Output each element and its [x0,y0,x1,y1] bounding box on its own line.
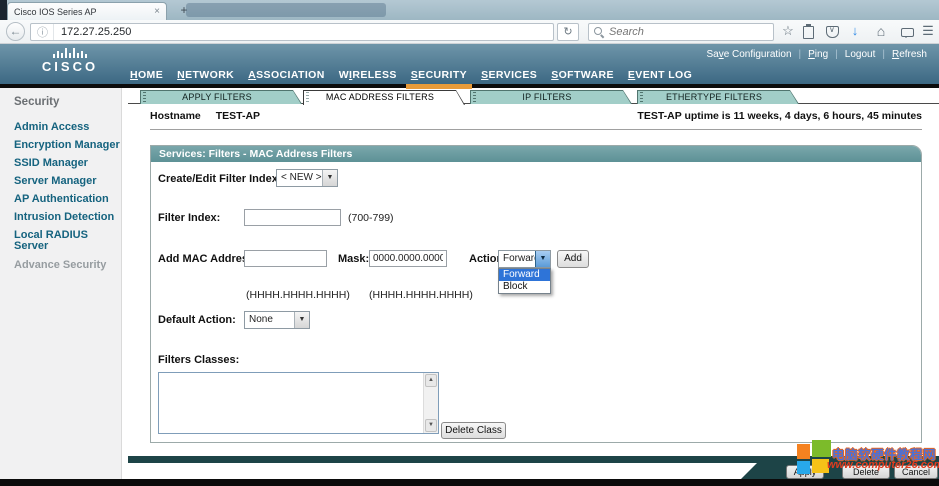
home-icon[interactable]: ⌂ [872,23,890,39]
window-corner [0,0,7,20]
mask-label: Mask: [338,253,369,265]
filter-index-label: Filter Index: [158,212,220,224]
reload-button[interactable]: ↻ [557,23,579,41]
hostname-value: TEST-AP [216,110,260,122]
sidebar-item-server-manager[interactable]: Server Manager [14,176,121,187]
divider: | [882,49,885,60]
add-button[interactable]: Add [557,250,589,268]
hostname-label: Hostname [150,110,201,122]
nav-event-log[interactable]: EVENT LOG [628,69,692,81]
tab-apply-filters[interactable]: APPLY FILTERS [140,90,302,104]
sidebar-item-intrusion-detection[interactable]: Intrusion Detection [14,212,121,223]
filters-classes-label: Filters Classes: [158,354,239,366]
address-bar[interactable]: ⓘ 172.27.25.250 [30,23,554,41]
save-configuration-link[interactable]: Save Configuration [706,49,791,60]
nav-network[interactable]: NETWORK [177,69,234,81]
sidebar-item-ssid-manager[interactable]: SSID Manager [14,158,121,169]
site-info-icon[interactable]: ⓘ [31,24,54,40]
watermark-logo-square [797,461,810,474]
uptime-text: TEST-AP uptime is 11 weeks, 4 days, 6 ho… [637,110,922,122]
sidebar: Security Admin Access Encryption Manager… [0,88,122,479]
nav-home[interactable]: HOME [130,69,163,81]
chat-icon[interactable] [901,28,914,37]
chevron-down-icon: ▼ [294,312,309,328]
search-bar[interactable] [588,23,774,41]
url-text: 172.27.25.250 [54,26,131,38]
filters-classes-listbox[interactable]: ▲ ▼ [158,372,439,434]
watermark-logo-square [812,440,831,457]
browser-tab-title: Cisco IOS Series AP [14,7,150,17]
browser-tab[interactable]: Cisco IOS Series AP × [7,2,167,20]
star-icon[interactable]: ☆ [779,23,797,39]
action-select[interactable]: Forward ▼ [498,250,551,268]
search-icon [594,27,604,37]
sidebar-title: Security [14,96,121,108]
filter-index-input[interactable] [244,209,341,226]
tab-ip-filters[interactable]: IP FILTERS [470,90,632,104]
nav-wireless[interactable]: WIRELESS [339,69,397,81]
nav-security[interactable]: SECURITY [411,69,467,81]
watermark-logo-square [797,444,810,459]
search-input[interactable] [609,26,749,38]
cisco-logo: CISCO [35,47,105,74]
sidebar-item-admin-access[interactable]: Admin Access [14,122,121,133]
delete-class-button[interactable]: Delete Class [441,422,506,439]
status-row: Hostname TEST-AP TEST-AP uptime is 11 we… [150,110,922,124]
download-icon[interactable]: ↓ [846,23,864,38]
ping-link[interactable]: Ping [808,49,828,60]
mask-format-hint: (HHHH.HHHH.HHHH) [369,289,473,301]
cisco-logo-bars [35,47,105,58]
default-action-label: Default Action: [158,314,236,326]
create-edit-filter-index-select[interactable]: < NEW > ▼ [276,169,338,187]
nav-association[interactable]: ASSOCIATION [248,69,325,81]
sidebar-item-local-radius-server[interactable]: Local RADIUS Server [14,230,121,252]
screen: Cisco IOS Series AP × + ← ⓘ 172.27.25.25… [0,0,939,486]
nav-services[interactable]: SERVICES [481,69,537,81]
default-action-select[interactable]: None ▼ [244,311,310,329]
panel-title: Services: Filters - MAC Address Filters [151,146,921,162]
action-option-block[interactable]: Block [499,281,550,293]
chevron-down-icon: ▼ [322,170,337,186]
close-tab-icon[interactable]: × [154,6,160,17]
watermark: 电脑软硬件教程网 www.computer26.com [793,437,939,479]
watermark-url: www.computer26.com [827,459,939,471]
action-option-forward[interactable]: Forward [499,269,550,281]
sidebar-item-advance-security: Advance Security [14,259,121,271]
mac-filters-panel: Services: Filters - MAC Address Filters … [150,145,922,443]
mask-input[interactable] [369,250,447,267]
status-divider [150,129,922,130]
tab-ethertype-filters[interactable]: ETHERTYPE FILTERS [637,90,799,104]
scroll-up-icon[interactable]: ▲ [425,374,437,387]
nav-software[interactable]: SOFTWARE [551,69,614,81]
logout-link[interactable]: Logout [845,49,876,60]
menu-icon[interactable]: ☰ [919,23,937,39]
browser-toolbar: ← ⓘ 172.27.25.250 ↻ ☆ ↓ ⌂ ☰ [0,20,939,44]
background-tab-area [186,3,386,17]
divider: | [835,49,838,60]
chevron-down-icon: ▼ [535,251,550,267]
sidebar-item-encryption-manager[interactable]: Encryption Manager [14,140,121,151]
bottom-strip [0,479,939,486]
main-nav: HOME NETWORK ASSOCIATION WIRELESS SECURI… [130,69,692,81]
cisco-wordmark: CISCO [35,59,105,74]
mac-format-hint: (HHHH.HHHH.HHHH) [246,289,350,301]
add-mac-address-label: Add MAC Address: [158,253,258,265]
filter-index-hint: (700-799) [348,212,394,224]
pocket-icon[interactable] [826,26,839,38]
back-button[interactable]: ← [6,22,25,41]
listbox-scrollbar[interactable]: ▲ ▼ [423,373,438,433]
clipboard-icon[interactable] [803,26,814,39]
app-header: CISCO HOME NETWORK ASSOCIATION WIRELESS … [0,44,939,84]
header-actions: Save Configuration | Ping | Logout | Ref… [706,49,927,60]
refresh-link[interactable]: Refresh [892,49,927,60]
scroll-down-icon[interactable]: ▼ [425,419,437,432]
action-dropdown-list: Forward Block [498,268,551,294]
add-mac-address-input[interactable] [244,250,327,267]
divider: | [799,49,802,60]
browser-tab-bar: Cisco IOS Series AP × + [0,0,939,20]
sidebar-item-ap-authentication[interactable]: AP Authentication [14,194,121,205]
tab-mac-address-filters[interactable]: MAC ADDRESS FILTERS [303,90,465,105]
create-edit-filter-index-label: Create/Edit Filter Index: [158,173,281,185]
